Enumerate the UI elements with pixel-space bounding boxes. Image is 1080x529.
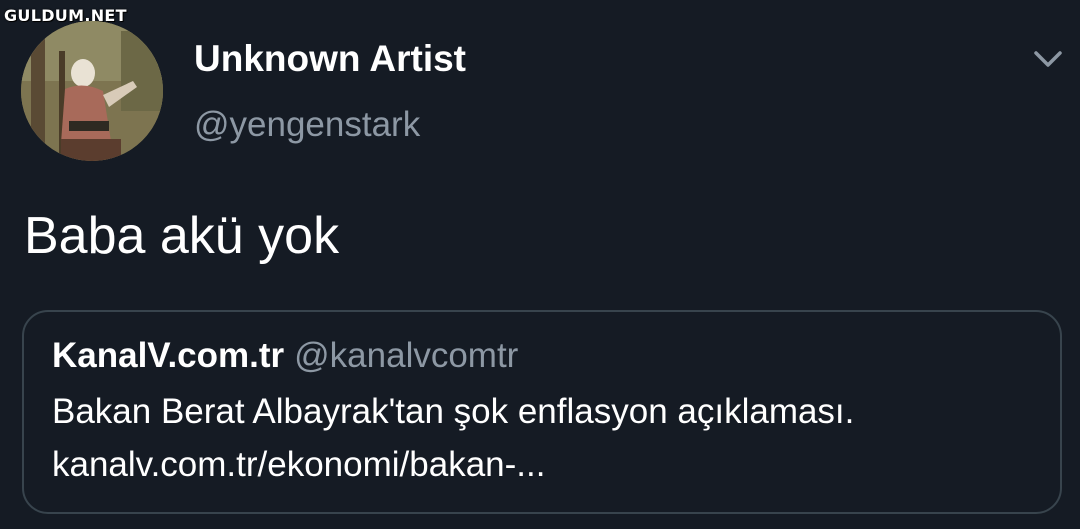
quoted-author-handle: @kanalvcomtr: [294, 336, 519, 375]
quoted-tweet-link[interactable]: kanalv.com.tr/ekonomi/bakan-...: [52, 445, 545, 485]
quoted-tweet-card[interactable]: KanalV.com.tr @kanalvcomtr Bakan Berat Al…: [22, 310, 1062, 514]
avatar[interactable]: [21, 21, 163, 161]
quoted-tweet-header: KanalV.com.tr @kanalvcomtr: [52, 336, 518, 376]
author-display-name[interactable]: Unknown Artist: [194, 38, 466, 80]
author-handle[interactable]: @yengenstark: [194, 105, 420, 145]
quoted-author-display-name: KanalV.com.tr: [52, 336, 285, 375]
quoted-tweet-text: Bakan Berat Albayrak'tan şok enflasyon a…: [52, 392, 855, 431]
chevron-down-icon[interactable]: [1030, 44, 1066, 74]
tweet-text: Baba akü yok: [24, 207, 340, 265]
